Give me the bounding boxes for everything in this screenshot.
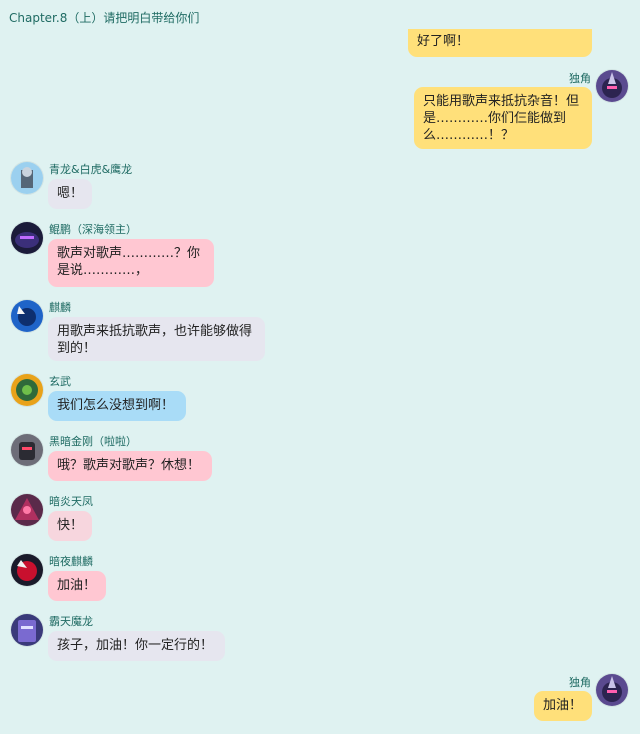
chat-bubble: 我们怎么没想到啊！	[48, 391, 186, 421]
chapter-title: Chapter.8（上）请把明白带给你们	[9, 11, 200, 25]
sender-name: 暗炎天凤	[49, 495, 93, 508]
sender-name: 玄武	[49, 375, 71, 388]
avatar-unicorn[interactable]	[596, 70, 628, 102]
sender-name: 霸天魔龙	[49, 615, 93, 628]
chat-bubble: 只能用歌声来抵抗杂音！但是…………你们仨能做到么…………！？	[414, 87, 592, 149]
avatar-kunpeng[interactable]	[11, 222, 43, 254]
avatar-dark-qilin[interactable]	[11, 554, 43, 586]
chat-bubble: 歌声对歌声…………？你是说…………，	[48, 239, 214, 287]
avatar-qilin[interactable]	[11, 300, 43, 332]
chat-bubble: 快！	[48, 511, 92, 541]
sender-name: 独角	[569, 72, 591, 85]
avatar-xuanwu[interactable]	[11, 374, 43, 406]
avatar-dark-phoenix[interactable]	[11, 494, 43, 526]
sender-name: 麒麟	[49, 301, 71, 314]
sender-name: 鲲鹏（深海领主）	[49, 223, 137, 236]
sender-name: 青龙&白虎&鹰龙	[49, 163, 133, 176]
chat-bubble: 加油！	[534, 691, 592, 721]
chat-bubble: 孩子，加油！你一定行的！	[48, 631, 225, 661]
chat-bubble: 嗯！	[48, 179, 92, 209]
chat-bubble: 哦？歌声对歌声？休想！	[48, 451, 212, 481]
chat-bubble: 好了啊！	[408, 29, 592, 57]
chat-bubble: 用歌声来抵抗歌声，也许能够做得到的！	[48, 317, 265, 361]
chat-bubble: 加油！	[48, 571, 106, 601]
sender-name: 暗夜麒麟	[49, 555, 93, 568]
avatar-group[interactable]	[11, 162, 43, 194]
avatar-dark-kingkong[interactable]	[11, 434, 43, 466]
avatar-batian-dragon[interactable]	[11, 614, 43, 646]
avatar-unicorn[interactable]	[596, 674, 628, 706]
sender-name: 独角	[569, 676, 591, 689]
sender-name: 黑暗金刚（啦啦）	[49, 435, 137, 448]
